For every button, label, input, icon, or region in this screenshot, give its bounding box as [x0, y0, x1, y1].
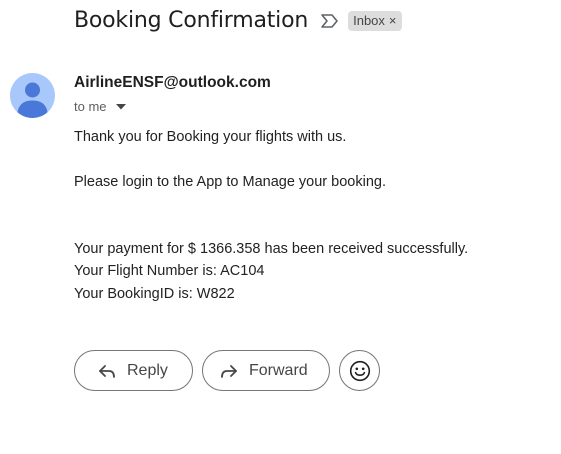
body-line-payment: Your payment for $ 1366.358 has been rec…: [74, 241, 469, 257]
inbox-label-text: Inbox: [353, 13, 385, 28]
reply-button-label: Reply: [127, 361, 168, 379]
sender-avatar: [10, 73, 55, 118]
caret-down-icon[interactable]: [115, 101, 127, 113]
body-line-thanks: Thank you for Booking your flights with …: [74, 129, 347, 145]
inbox-label-chip: Inbox ×: [348, 10, 402, 31]
recipient-row: to me: [74, 99, 127, 114]
reply-arrow-icon: [96, 360, 118, 382]
email-view: Booking Confirmation Inbox × AirlineENSF…: [0, 0, 561, 454]
subject-row: Booking Confirmation Inbox ×: [74, 8, 402, 33]
reply-button[interactable]: Reply: [74, 350, 193, 391]
forward-arrow-icon: [218, 360, 240, 382]
remove-label-close-icon[interactable]: ×: [389, 13, 397, 28]
email-subject: Booking Confirmation: [74, 8, 309, 33]
emoji-reaction-button[interactable]: [339, 350, 380, 391]
important-marker-icon[interactable]: [320, 12, 342, 30]
body-line-booking-id: Your BookingID is: W822: [74, 286, 235, 302]
smiley-emoji-icon: [349, 360, 371, 382]
forward-button[interactable]: Forward: [202, 350, 330, 391]
forward-button-label: Forward: [249, 361, 308, 379]
body-line-login: Please login to the App to Manage your b…: [74, 174, 386, 190]
body-line-flight-number: Your Flight Number is: AC104: [74, 263, 265, 279]
sender-address[interactable]: AirlineENSF@outlook.com: [74, 74, 271, 92]
recipient-text: to me: [74, 99, 107, 114]
person-avatar-icon: [17, 82, 48, 118]
